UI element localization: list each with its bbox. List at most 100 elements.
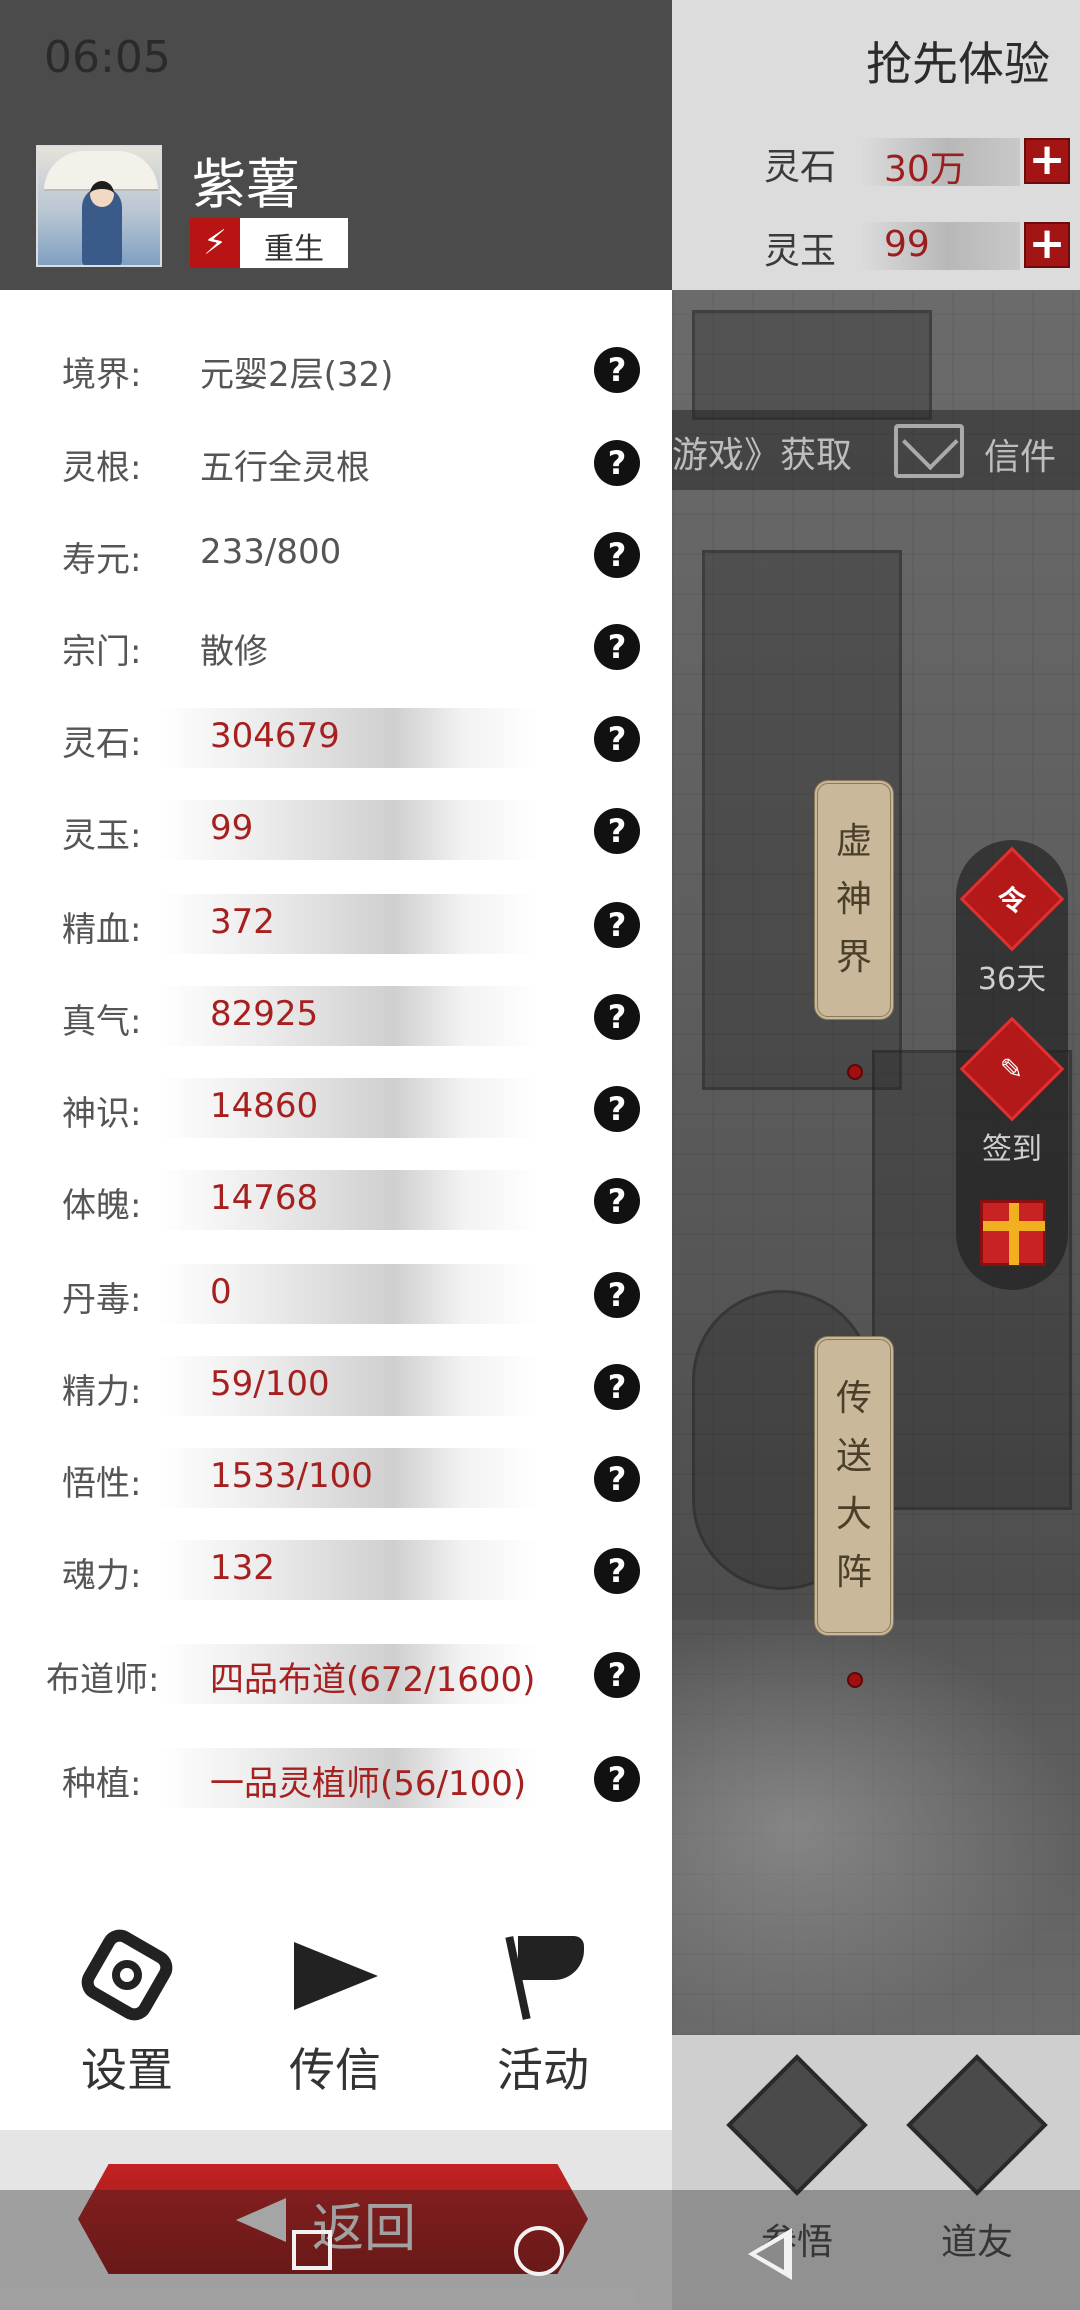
side-panel: 令 36天 ✎ 签到 bbox=[956, 840, 1068, 1290]
stat-row: 布道师: 四品布道(672/1600)? bbox=[0, 1638, 672, 1708]
stat-row: 悟性: 1533/100? bbox=[0, 1442, 672, 1512]
stat-row: 种植: 一品灵植师(56/100)? bbox=[0, 1742, 672, 1812]
plaque-char: 虚 bbox=[835, 821, 872, 862]
checkin-label: 签到 bbox=[982, 1132, 1042, 1167]
stat-row: 真气: 82925? bbox=[0, 980, 672, 1050]
plaque-char: 界 bbox=[835, 937, 872, 978]
stat-label: 布道师: bbox=[46, 1660, 160, 1700]
map-cloud bbox=[672, 1620, 1080, 2035]
stat-label: 精血: bbox=[62, 910, 142, 950]
plaque-char: 阵 bbox=[835, 1552, 872, 1593]
profile-header: 06:05 紫薯 ⚡ 重生 bbox=[0, 0, 672, 290]
stat-value: 14860 bbox=[210, 1086, 319, 1126]
plaque-char: 神 bbox=[835, 879, 872, 920]
stat-value: 14768 bbox=[210, 1178, 319, 1218]
stat-row: 体魄: 14768? bbox=[0, 1164, 672, 1234]
token-days: 36天 bbox=[977, 962, 1047, 997]
avatar-head bbox=[90, 181, 114, 207]
stat-value: 一品灵植师(56/100) bbox=[210, 1764, 527, 1804]
gear-icon bbox=[75, 1923, 179, 2027]
help-icon[interactable]: ? bbox=[594, 716, 640, 762]
stat-value: 59/100 bbox=[210, 1364, 330, 1404]
rebirth-label: 重生 bbox=[264, 232, 324, 267]
help-icon[interactable]: ? bbox=[594, 1364, 640, 1410]
stat-value: 0 bbox=[210, 1272, 232, 1312]
promo-title[interactable]: 抢先体验 bbox=[866, 28, 1050, 94]
profile-drawer: 06:05 紫薯 ⚡ 重生 境界: 元婴2层(32)? 灵根: 五行全灵根? 寿元: 23… bbox=[0, 0, 672, 2310]
rebirth-button[interactable]: ⚡ 重生 bbox=[190, 218, 348, 268]
stat-row: 灵石: 304679? bbox=[0, 702, 672, 772]
stat-value: 132 bbox=[210, 1548, 275, 1588]
events-button[interactable]: 活动 bbox=[458, 1930, 628, 2100]
daoyou-icon bbox=[906, 2054, 1048, 2196]
stat-label: 精力: bbox=[62, 1372, 142, 1412]
settings-label: 设置 bbox=[81, 2043, 173, 2097]
stat-row: 灵玉: 99? bbox=[0, 794, 672, 864]
stat-row: 魂力: 132? bbox=[0, 1534, 672, 1604]
help-icon[interactable]: ? bbox=[594, 1756, 640, 1802]
stat-row: 灵根: 五行全灵根? bbox=[0, 426, 672, 496]
help-icon[interactable]: ? bbox=[594, 902, 640, 948]
help-icon[interactable]: ? bbox=[594, 1086, 640, 1132]
stat-row: 宗门: 散修? bbox=[0, 610, 672, 680]
stat-label: 灵根: bbox=[62, 448, 142, 488]
stat-row: 丹毒: 0? bbox=[0, 1258, 672, 1328]
mail-button[interactable]: 信件 bbox=[894, 424, 1074, 484]
plaque-chuansongdazhen[interactable]: 传 送 大 阵 bbox=[814, 1336, 894, 1636]
stat-label: 悟性: bbox=[62, 1464, 142, 1504]
nav-home-button[interactable] bbox=[514, 2226, 564, 2276]
help-icon[interactable]: ? bbox=[594, 994, 640, 1040]
help-icon[interactable]: ? bbox=[594, 624, 640, 670]
help-icon[interactable]: ? bbox=[594, 347, 640, 393]
plaque-xushenjie[interactable]: 虚 神 界 bbox=[814, 780, 894, 1020]
map-location-dot[interactable] bbox=[847, 1672, 863, 1688]
checkin-icon: ✎ bbox=[959, 1016, 1065, 1122]
stat-value: 82925 bbox=[210, 994, 319, 1034]
stat-row: 神识: 14860? bbox=[0, 1072, 672, 1142]
gift-icon[interactable] bbox=[980, 1200, 1046, 1266]
help-icon[interactable]: ? bbox=[594, 1272, 640, 1318]
stat-row: 精力: 59/100? bbox=[0, 1350, 672, 1420]
stat-value: 四品布道(672/1600) bbox=[210, 1660, 536, 1700]
stat-value: 散修 bbox=[200, 632, 268, 672]
nav-back-icon bbox=[756, 2238, 784, 2270]
map-location-dot[interactable] bbox=[847, 1064, 863, 1080]
resource-value: 30万 bbox=[884, 149, 966, 190]
help-icon[interactable]: ? bbox=[594, 808, 640, 854]
stat-value: 99 bbox=[210, 808, 254, 848]
help-icon[interactable]: ? bbox=[594, 532, 640, 578]
settings-button[interactable]: 设置 bbox=[42, 1923, 212, 2100]
stat-value: 372 bbox=[210, 902, 275, 942]
stat-label: 境界: bbox=[62, 355, 142, 395]
canwu-icon bbox=[726, 2054, 868, 2196]
help-icon[interactable]: ? bbox=[594, 1548, 640, 1594]
mail-icon bbox=[894, 424, 964, 478]
lightning-icon: ⚡ bbox=[190, 218, 240, 268]
resource-row-lingshi: 灵石 30万 + bbox=[672, 134, 1080, 190]
stat-label: 神识: bbox=[62, 1094, 142, 1134]
stat-row: 境界: 元婴2层(32)? bbox=[0, 333, 672, 403]
banner-marquee[interactable]: 游戏》获取 bbox=[672, 426, 852, 478]
token-button[interactable]: 令 36天 bbox=[956, 846, 1068, 998]
add-lingshi-button[interactable]: + bbox=[1024, 138, 1070, 184]
nav-recents-button[interactable] bbox=[292, 2230, 332, 2270]
help-icon[interactable]: ? bbox=[594, 440, 640, 486]
game-map[interactable]: 游戏》获取 信件 令 36天 ✎ 签到 虚 神 界 传 送 大 阵 bbox=[672, 290, 1080, 2035]
stat-label: 魂力: bbox=[62, 1556, 142, 1596]
checkin-button[interactable]: ✎ 签到 bbox=[956, 1016, 1068, 1168]
stat-value: 304679 bbox=[210, 716, 340, 756]
stat-label: 灵玉: bbox=[62, 816, 142, 856]
stat-row: 寿元: 233/800? bbox=[0, 518, 672, 588]
avatar[interactable] bbox=[36, 145, 162, 267]
stat-value: 1533/100 bbox=[210, 1456, 373, 1496]
stat-label: 灵石: bbox=[62, 724, 142, 764]
help-icon[interactable]: ? bbox=[594, 1456, 640, 1502]
game-top-bar: 抢先体验 灵石 30万 + 灵玉 99 + bbox=[672, 0, 1080, 290]
add-lingyu-button[interactable]: + bbox=[1024, 222, 1070, 268]
help-icon[interactable]: ? bbox=[594, 1178, 640, 1224]
stat-label: 种植: bbox=[62, 1764, 142, 1804]
message-button[interactable]: 传信 bbox=[250, 1930, 420, 2100]
help-icon[interactable]: ? bbox=[594, 1652, 640, 1698]
resource-row-lingyu: 灵玉 99 + bbox=[672, 218, 1080, 274]
stat-value: 元婴2层(32) bbox=[200, 355, 394, 395]
